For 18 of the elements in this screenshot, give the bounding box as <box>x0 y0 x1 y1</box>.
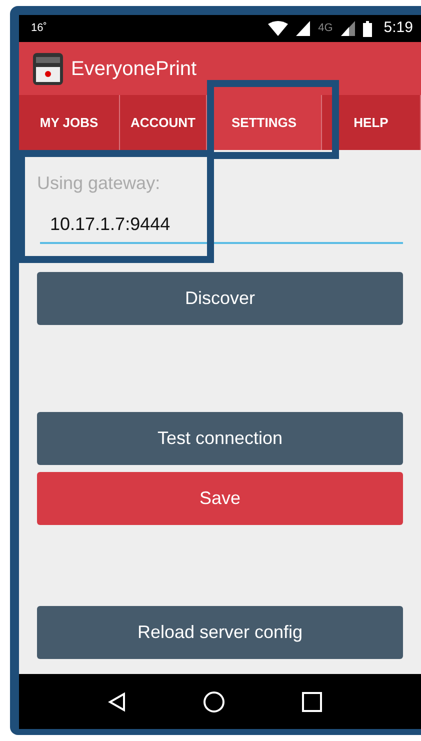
signal-icon <box>296 21 310 36</box>
app-title: EveryonePrint <box>71 56 197 82</box>
home-icon[interactable] <box>202 690 225 712</box>
action-button[interactable]: Reload server config <box>37 606 403 659</box>
battery-icon <box>362 20 372 36</box>
back-icon[interactable] <box>108 692 126 712</box>
recents-icon[interactable] <box>302 692 322 712</box>
signal-icon <box>340 21 355 36</box>
printer-icon <box>33 52 63 84</box>
action-button[interactable]: Discover <box>37 272 403 325</box>
gateway-input-field[interactable]: 10.17.1.7:9444 <box>40 207 403 244</box>
action-button[interactable]: Save <box>37 472 403 525</box>
status-text: 16˚ <box>31 21 47 36</box>
field-label: Using gateway: <box>37 172 162 195</box>
clock: 5:19 <box>384 18 413 38</box>
action-button[interactable]: Test connection <box>37 412 403 465</box>
network-type: 4G <box>318 21 333 36</box>
wifi-icon <box>268 21 288 36</box>
